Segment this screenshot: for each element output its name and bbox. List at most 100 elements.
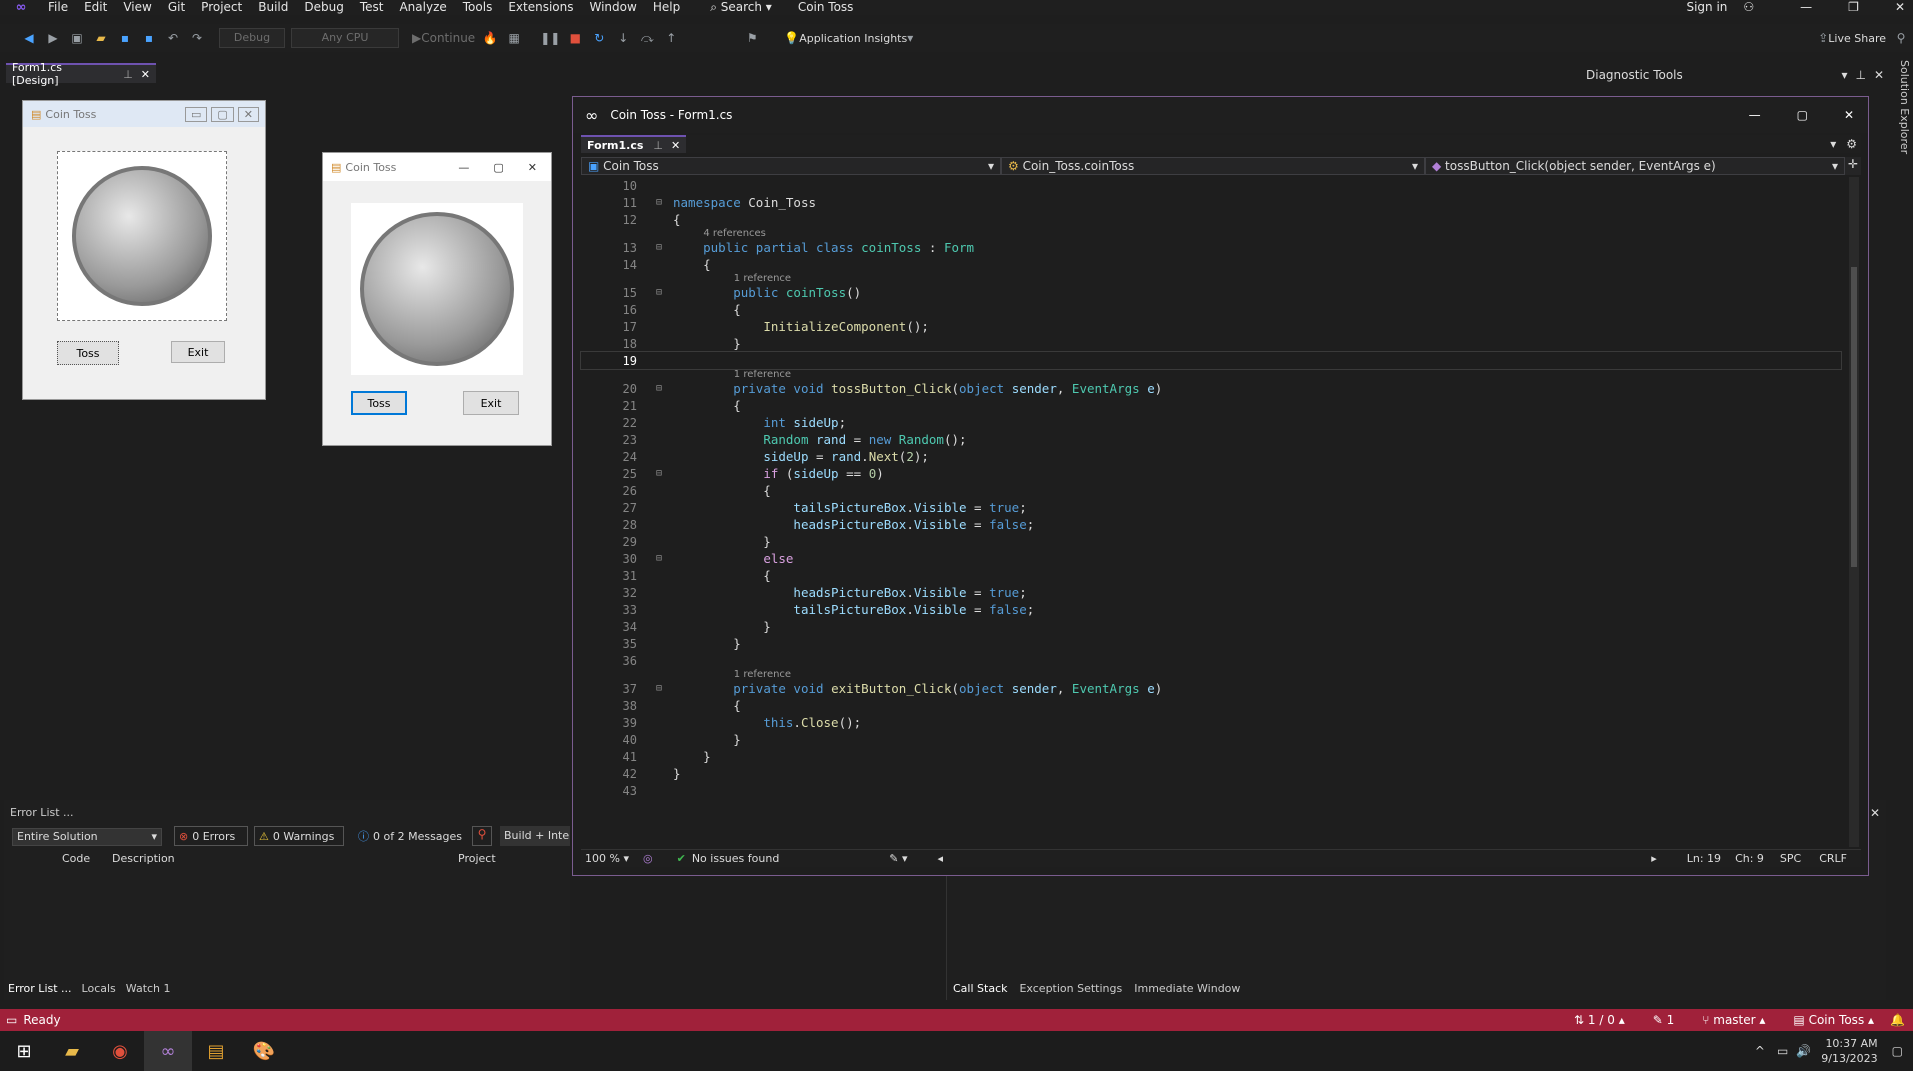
code-lens-references[interactable]: 4 references: [581, 228, 1841, 239]
designer-toss-button[interactable]: Toss: [57, 341, 119, 365]
user-icon[interactable]: ⚲: [1892, 28, 1910, 48]
close-tab-icon[interactable]: ✕: [141, 68, 150, 81]
step-into-icon[interactable]: ↓: [614, 28, 632, 48]
code-line[interactable]: 14 {: [581, 256, 1841, 273]
bookmark-icon[interactable]: ⚑: [743, 28, 761, 48]
code-line[interactable]: 25 ⊟ if (sideUp == 0): [581, 465, 1841, 482]
class-dropdown[interactable]: ⚙ Coin_Toss.coinToss ▾: [1001, 157, 1425, 175]
code-line[interactable]: 26 {: [581, 482, 1841, 499]
fold-toggle-icon[interactable]: ⊟: [649, 383, 669, 394]
menu-tools[interactable]: Tools: [455, 0, 501, 15]
vertical-scrollbar[interactable]: [1849, 177, 1859, 847]
step-over-icon[interactable]: ⤼: [638, 28, 656, 48]
code-line[interactable]: 22 int sideUp;: [581, 414, 1841, 431]
line-ending-indicator[interactable]: CRLF: [1819, 852, 1847, 865]
close-icon[interactable]: ✕: [528, 161, 537, 174]
code-line[interactable]: 38 {: [581, 697, 1841, 714]
exit-button[interactable]: Exit: [463, 391, 519, 415]
menu-file[interactable]: File: [40, 0, 76, 15]
tab-exception-settings[interactable]: Exception Settings: [1019, 982, 1122, 995]
menu-project[interactable]: Project: [193, 0, 250, 15]
settings-icon[interactable]: ⚙: [1846, 137, 1857, 151]
code-line[interactable]: 27 tailsPictureBox.Visible = true;: [581, 499, 1841, 516]
code-line[interactable]: 18 }: [581, 335, 1841, 352]
fold-toggle-icon[interactable]: ⊟: [649, 287, 669, 298]
code-line[interactable]: 21 {: [581, 397, 1841, 414]
filter-icon[interactable]: ⚲: [472, 826, 492, 846]
code-line[interactable]: 43: [581, 782, 1841, 799]
code-line[interactable]: 41 }: [581, 748, 1841, 765]
scope-dropdown[interactable]: Entire Solution ▾: [12, 828, 162, 846]
menu-test[interactable]: Test: [352, 0, 392, 15]
menu-window[interactable]: Window: [582, 0, 645, 15]
tab-form1-design[interactable]: Form1.cs [Design] ⊥ ✕: [6, 61, 156, 87]
code-line[interactable]: 29 }: [581, 533, 1841, 550]
col-header-code[interactable]: Code: [62, 852, 90, 865]
menu-view[interactable]: View: [115, 0, 159, 15]
restart-icon[interactable]: ↻: [590, 28, 608, 48]
browse-icon[interactable]: ▦: [505, 28, 523, 48]
live-share-button[interactable]: ⇪ Live Share: [1818, 28, 1886, 48]
code-line[interactable]: 10: [581, 177, 1841, 194]
solution-explorer-side-tab[interactable]: Solution Explorer: [1893, 60, 1911, 160]
code-line[interactable]: 23 Random rand = new Random();: [581, 431, 1841, 448]
back-icon[interactable]: ◀: [20, 28, 38, 48]
platform-dropdown[interactable]: Any CPU: [291, 28, 399, 48]
code-lens-references[interactable]: 1 reference: [581, 669, 1841, 680]
tab-form1-cs[interactable]: Form1.cs ⊥ ✕: [581, 135, 687, 153]
network-icon[interactable]: ▭: [1777, 1044, 1788, 1058]
insights-button[interactable]: 💡 Application Insights ▾: [784, 28, 913, 48]
zoom-dropdown[interactable]: 100 % ▾: [581, 852, 643, 865]
fold-toggle-icon[interactable]: ⊟: [649, 683, 669, 694]
code-line[interactable]: 28 headsPictureBox.Visible = false;: [581, 516, 1841, 533]
code-line[interactable]: 12 {: [581, 211, 1841, 228]
redo-icon[interactable]: ↷: [188, 28, 206, 48]
fold-toggle-icon[interactable]: ⊟: [649, 242, 669, 253]
tab-overflow-icon[interactable]: ▾: [1830, 137, 1836, 151]
errors-filter[interactable]: ⊗ 0 Errors: [174, 826, 248, 846]
close-tab-icon[interactable]: ✕: [671, 139, 680, 152]
code-lens-references[interactable]: 1 reference: [581, 273, 1841, 284]
code-line[interactable]: 31 {: [581, 567, 1841, 584]
save-all-icon[interactable]: ▪: [140, 28, 158, 48]
menu-extensions[interactable]: Extensions: [500, 0, 581, 15]
tab-call-stack[interactable]: Call Stack: [953, 982, 1007, 995]
stop-icon[interactable]: ■: [566, 28, 584, 48]
new-project-icon[interactable]: ▣: [68, 28, 86, 48]
whitespace-indicator[interactable]: SPC: [1780, 852, 1801, 865]
code-line[interactable]: 16 {: [581, 301, 1841, 318]
git-changes[interactable]: ⇅ 1 / 0 ▴: [1574, 1013, 1625, 1027]
pause-icon[interactable]: ❚❚: [540, 28, 560, 48]
tab-watch-1[interactable]: Watch 1: [126, 982, 171, 995]
menu-git[interactable]: Git: [160, 0, 193, 15]
pin-icon[interactable]: ⊥: [1855, 68, 1865, 82]
code-line[interactable]: 40 }: [581, 731, 1841, 748]
chrome-icon[interactable]: ◉: [96, 1031, 144, 1071]
code-line[interactable]: 35 }: [581, 635, 1841, 652]
close-icon[interactable]: ✕: [1870, 806, 1880, 820]
col-header-description[interactable]: Description: [112, 852, 175, 865]
paint-icon[interactable]: 🎨: [240, 1031, 288, 1071]
code-line[interactable]: 34 }: [581, 618, 1841, 635]
project-dropdown[interactable]: ▣ Coin Toss ▾: [581, 157, 1001, 175]
code-editor[interactable]: 10 11 ⊟ namespace Coin_Toss 12{4 references 1…: [580, 177, 1842, 917]
code-line[interactable]: 17 InitializeComponent();: [581, 318, 1841, 335]
minimize-icon[interactable]: —: [1792, 0, 1820, 15]
undo-icon[interactable]: ↶: [164, 28, 182, 48]
tab-immediate-window[interactable]: Immediate Window: [1134, 982, 1240, 995]
close-icon[interactable]: ✕: [1887, 0, 1913, 15]
heads-picturebox[interactable]: [57, 151, 227, 321]
code-lens-references[interactable]: 1 reference: [581, 369, 1841, 380]
scroll-left-icon[interactable]: ◂: [938, 852, 944, 865]
code-line[interactable]: 13 ⊟ public partial class coinToss : Form: [581, 239, 1841, 256]
pin-icon[interactable]: ⊥: [653, 139, 663, 152]
code-line[interactable]: 15 ⊟ public coinToss(): [581, 284, 1841, 301]
copilot-icon[interactable]: ◎: [643, 852, 653, 865]
pending-edits[interactable]: ✎ 1: [1653, 1013, 1675, 1027]
configuration-dropdown[interactable]: Debug: [219, 28, 285, 48]
search-button[interactable]: ⌕ Search ▾: [702, 0, 780, 15]
close-icon[interactable]: ✕: [1844, 108, 1854, 122]
restore-icon[interactable]: ❐: [1840, 0, 1867, 15]
pin-icon[interactable]: ⊥: [123, 68, 133, 81]
scroll-right-icon[interactable]: ▸: [1651, 852, 1657, 865]
